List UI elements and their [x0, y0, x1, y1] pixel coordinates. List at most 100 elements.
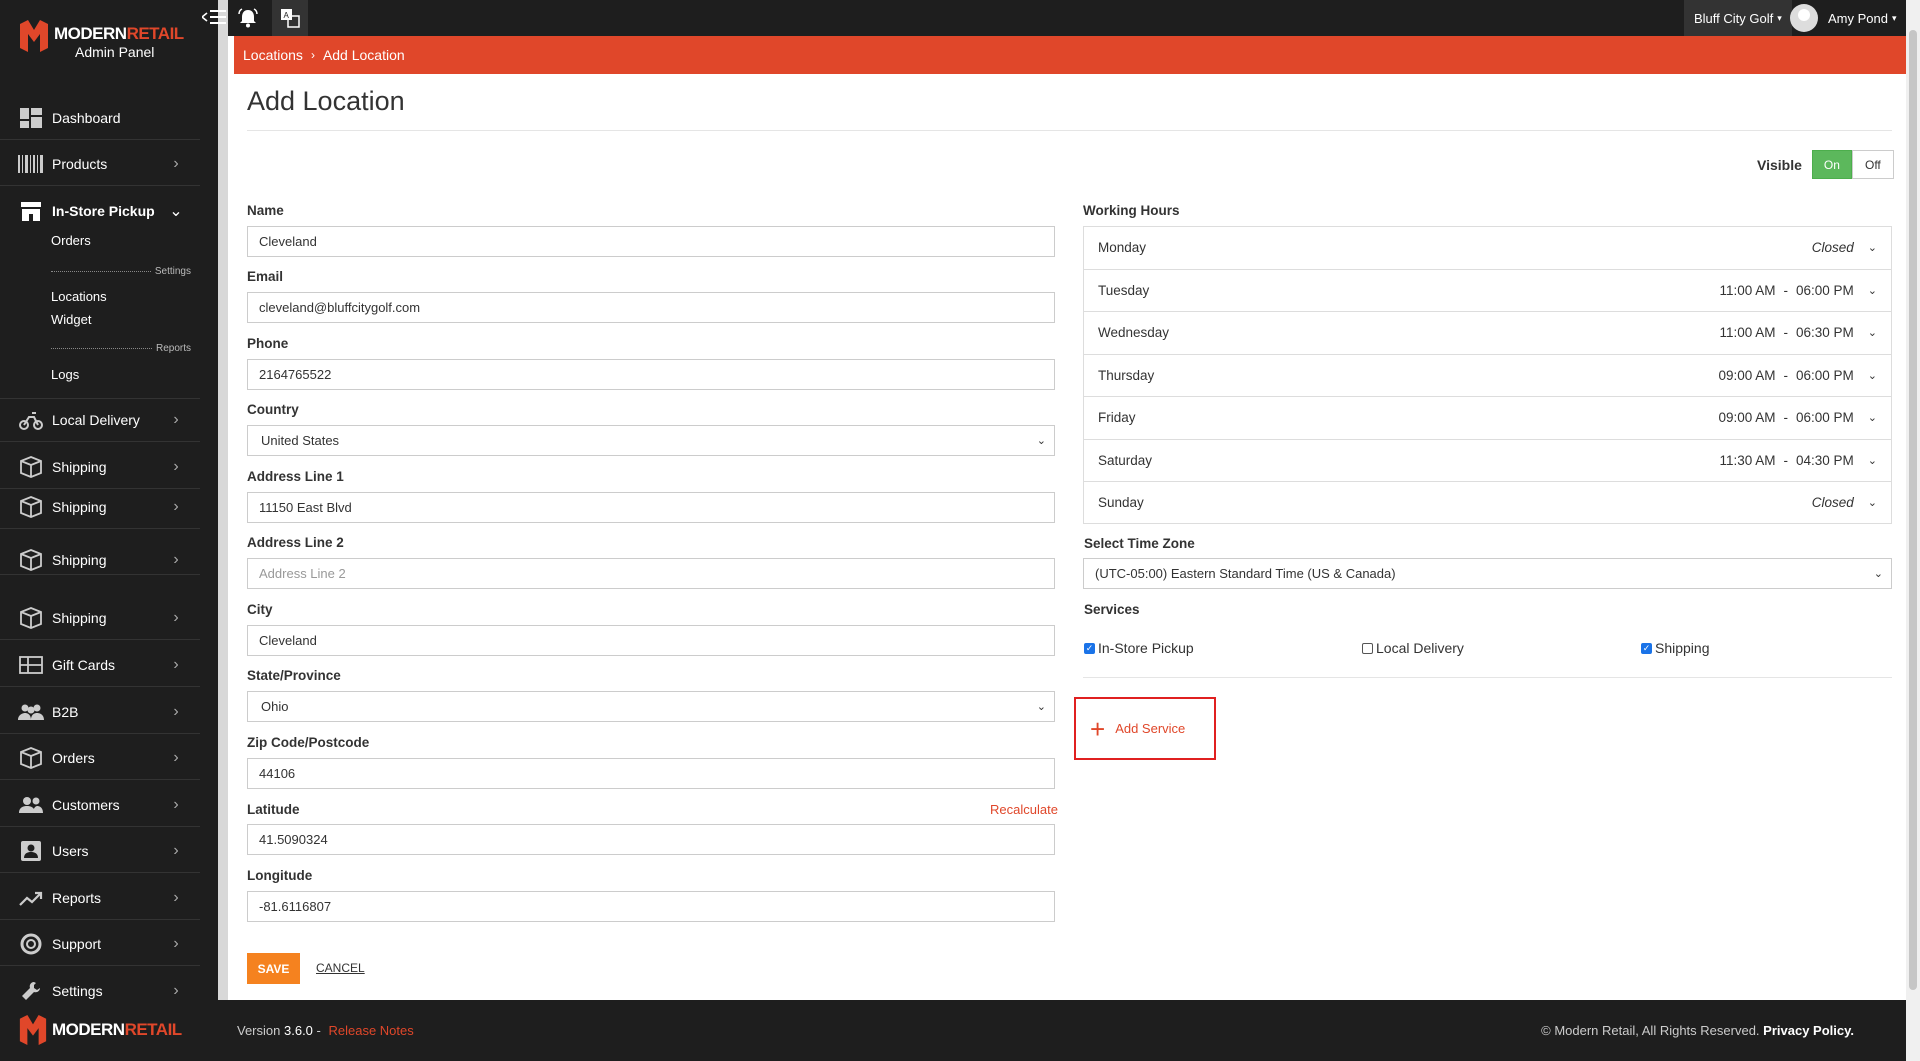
name-field[interactable]: Cleveland: [247, 226, 1055, 257]
latitude-field[interactable]: 41.5090324: [247, 824, 1055, 855]
chevron-right-icon: ›: [173, 934, 179, 952]
page-title: Add Location: [247, 86, 405, 116]
chevron-right-icon: ›: [173, 795, 179, 813]
menu-collapse-icon[interactable]: [200, 6, 228, 28]
recalculate-link[interactable]: Recalculate: [990, 802, 1058, 817]
version-separator: -: [312, 1023, 325, 1038]
service-local-delivery[interactable]: Local Delivery: [1362, 640, 1464, 656]
copyright-text: © Modern Retail, All Rights Reserved.: [1541, 1023, 1760, 1038]
sidebar-item-orders[interactable]: Orders ›: [0, 736, 200, 780]
country-select[interactable]: United States ⌄: [247, 425, 1055, 456]
sidebar-sub-logs[interactable]: Logs: [51, 367, 79, 382]
lifebuoy-icon: [18, 932, 44, 956]
sidebar-item-dashboard[interactable]: Dashboard: [0, 96, 200, 140]
sidebar-item-shipping[interactable]: Shipping ›: [0, 545, 200, 575]
sidebar-item-products[interactable]: Products ›: [0, 142, 200, 186]
hours-row-tuesday[interactable]: Tuesday 11:00 AM - 06:00 PM ⌄: [1083, 268, 1892, 311]
sidebar-item-support[interactable]: Support ›: [0, 922, 200, 966]
caret-down-icon: ▾: [1777, 12, 1782, 23]
zip-field[interactable]: 44106: [247, 758, 1055, 789]
services-label: Services: [1084, 602, 1140, 617]
chevron-right-icon: ›: [173, 550, 179, 568]
user-card-icon: [18, 839, 44, 863]
chevron-right-icon: ›: [173, 655, 179, 673]
chevron-right-icon: ›: [310, 48, 315, 62]
chevron-right-icon: ›: [173, 748, 179, 766]
sidebar-item-b2b[interactable]: B2B ›: [0, 690, 200, 734]
breadcrumb-locations-link[interactable]: Locations: [243, 47, 303, 63]
service-label: Shipping: [1655, 640, 1710, 656]
country-label: Country: [247, 402, 299, 417]
city-field[interactable]: Cleveland: [247, 625, 1055, 656]
longitude-field[interactable]: -81.6116807: [247, 891, 1055, 922]
hours-row-monday[interactable]: Monday Closed ⌄: [1083, 226, 1892, 269]
service-in-store-pickup[interactable]: ✓ In-Store Pickup: [1084, 640, 1194, 656]
copyright: © Modern Retail, All Rights Reserved. Pr…: [1541, 1023, 1854, 1038]
hours-row-thursday[interactable]: Thursday 09:00 AM - 06:00 PM ⌄: [1083, 353, 1892, 396]
avatar: [1790, 4, 1818, 32]
sidebar-item-customers[interactable]: Customers ›: [0, 783, 200, 827]
chevron-down-icon: ⌄: [1867, 284, 1877, 297]
scrollbar-thumb[interactable]: [1909, 30, 1917, 990]
phone-field[interactable]: 2164765522: [247, 359, 1055, 390]
page-scrollbar[interactable]: [1906, 0, 1920, 1061]
release-notes-link[interactable]: Release Notes: [328, 1023, 413, 1038]
divider: [247, 130, 1892, 131]
chevron-right-icon: ›: [173, 702, 179, 720]
store-selector[interactable]: Bluff City Golf ▾: [1684, 0, 1792, 36]
translate-icon[interactable]: A: [272, 0, 308, 36]
open-time: 11:00 AM: [1719, 325, 1776, 341]
address2-field[interactable]: Address Line 2: [247, 558, 1055, 589]
day-label: Monday: [1098, 240, 1147, 256]
hours-row-sunday[interactable]: Sunday Closed ⌄: [1083, 481, 1892, 524]
state-label: State/Province: [247, 668, 341, 683]
sidebar-item-gift-cards[interactable]: Gift Cards ›: [0, 643, 200, 687]
sidebar-item-in-store-pickup[interactable]: In-Store Pickup ⌄: [0, 189, 200, 233]
sidebar-item-users[interactable]: Users ›: [0, 829, 200, 873]
checkbox-checked-icon[interactable]: ✓: [1084, 642, 1095, 654]
add-service-button[interactable]: + Add Service: [1074, 697, 1216, 760]
sidebar-item-shipping[interactable]: Shipping ›: [0, 485, 200, 529]
barcode-icon: [18, 152, 44, 176]
hours-row-wednesday[interactable]: Wednesday 11:00 AM - 06:30 PM ⌄: [1083, 311, 1892, 354]
sidebar-sub-widget[interactable]: Widget: [51, 312, 91, 327]
address1-field[interactable]: 11150 East Blvd: [247, 492, 1055, 523]
sidebar-item-local-delivery[interactable]: Local Delivery ›: [0, 398, 200, 442]
sidebar-item-shipping[interactable]: Shipping ›: [0, 445, 200, 489]
sidebar-item-reports[interactable]: Reports ›: [0, 876, 200, 920]
email-field[interactable]: cleveland@bluffcitygolf.com: [247, 292, 1055, 323]
sidebar: MODERNRETAIL Admin Panel Dashboard Produ…: [0, 0, 218, 1061]
service-shipping[interactable]: ✓ Shipping: [1641, 640, 1710, 656]
store-icon: [18, 199, 44, 223]
chevron-down-icon: ⌄: [169, 203, 183, 220]
sidebar-item-shipping[interactable]: Shipping ›: [0, 596, 200, 640]
chevron-down-icon: ⌄: [1867, 454, 1877, 467]
visible-on-button[interactable]: On: [1811, 150, 1852, 179]
phone-label: Phone: [247, 336, 289, 351]
state-value: Ohio: [261, 699, 289, 714]
chevron-right-icon: ›: [173, 982, 179, 999]
sidebar-sub-locations[interactable]: Locations: [51, 289, 107, 304]
checkbox-checked-icon[interactable]: ✓: [1641, 642, 1652, 654]
user-menu[interactable]: Amy Pond ▾: [1790, 0, 1897, 36]
chevron-down-icon: ⌄: [1873, 568, 1883, 580]
state-select[interactable]: Ohio ⌄: [247, 691, 1055, 722]
timezone-select[interactable]: (UTC-05:00) Eastern Standard Time (US & …: [1083, 558, 1892, 589]
chevron-right-icon: ›: [173, 888, 179, 906]
hours-row-saturday[interactable]: Saturday 11:30 AM - 04:30 PM ⌄: [1083, 438, 1892, 481]
sidebar-sub-orders[interactable]: Orders: [51, 233, 91, 248]
chevron-right-icon: ›: [173, 411, 179, 428]
chevron-down-icon: ⌄: [1867, 369, 1877, 382]
close-time: 06:30 PM: [1795, 325, 1854, 341]
hours-row-friday[interactable]: Friday 09:00 AM - 06:00 PM ⌄: [1083, 396, 1892, 439]
notifications-icon[interactable]: [230, 0, 266, 36]
privacy-policy-link[interactable]: Privacy Policy.: [1763, 1023, 1854, 1038]
visible-off-button[interactable]: Off: [1851, 150, 1894, 179]
brand-name: MODERNRETAIL: [54, 24, 184, 43]
cancel-button[interactable]: CANCEL: [316, 961, 365, 975]
open-time: 11:00 AM: [1719, 282, 1776, 298]
modern-retail-logo-icon: [20, 20, 48, 52]
save-button[interactable]: SAVE: [247, 953, 300, 984]
checkbox-icon[interactable]: [1362, 642, 1373, 654]
city-label: City: [247, 602, 273, 617]
